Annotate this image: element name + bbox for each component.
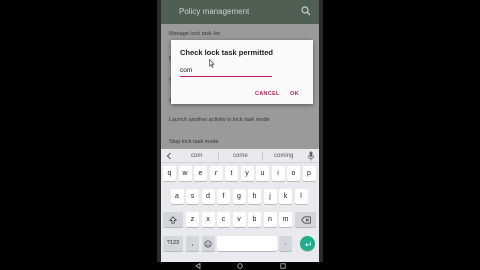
emoji-icon (204, 239, 212, 248)
key-x[interactable]: x (201, 212, 215, 227)
backspace-icon (300, 216, 311, 223)
period-key[interactable]: . (279, 236, 292, 251)
cancel-button[interactable]: CANCEL (255, 91, 280, 97)
suggestion-divider (262, 152, 263, 160)
symbols-key[interactable]: ?123 (163, 236, 183, 251)
key-f[interactable]: f (217, 189, 230, 204)
key-w[interactable]: w (178, 166, 192, 181)
emoji-key[interactable] (201, 236, 215, 251)
key-e[interactable]: e (194, 166, 207, 181)
back-icon[interactable] (195, 263, 201, 269)
ok-button[interactable]: OK (290, 91, 299, 97)
key-u[interactable]: u (256, 166, 269, 181)
phone-screen: Policy management Manage lock task list … (161, 0, 319, 262)
key-z[interactable]: z (186, 212, 199, 227)
search-icon[interactable] (301, 6, 311, 16)
key-t[interactable]: t (225, 166, 238, 181)
app-title: Policy management (179, 7, 250, 16)
key-m[interactable]: m (279, 212, 292, 227)
comma-key[interactable]: , (186, 236, 199, 251)
key-p[interactable]: p (302, 166, 316, 181)
suggestion-item[interactable]: coming (274, 153, 293, 159)
key-s[interactable]: s (186, 189, 199, 204)
check-lock-task-dialog: Check lock task permitted CANCEL OK (171, 40, 313, 104)
key-y[interactable]: y (240, 166, 254, 181)
enter-key[interactable] (300, 236, 315, 251)
shift-key[interactable] (163, 212, 183, 227)
suggestion-item[interactable]: come (233, 153, 248, 159)
key-v[interactable]: v (232, 212, 246, 227)
key-c[interactable]: c (217, 212, 230, 227)
suggestion-bar: com come coming (161, 149, 319, 163)
suggestion-divider (218, 152, 219, 160)
backspace-key[interactable] (295, 212, 316, 227)
key-a[interactable]: a (170, 189, 184, 204)
soft-keyboard: com come coming q w e r t y u i o p a s … (161, 149, 319, 262)
key-d[interactable]: d (201, 189, 215, 204)
key-j[interactable]: j (263, 189, 277, 204)
microphone-icon[interactable] (307, 151, 315, 161)
key-q[interactable]: q (163, 166, 176, 181)
video-frame: Policy management Manage lock task list … (0, 0, 480, 270)
key-n[interactable]: n (263, 212, 277, 227)
key-l[interactable]: l (294, 189, 308, 204)
text-cursor-icon (209, 59, 215, 68)
key-k[interactable]: k (279, 189, 292, 204)
navigation-bar (157, 262, 323, 270)
enter-icon (304, 241, 311, 247)
package-name-input[interactable] (180, 65, 272, 77)
key-o[interactable]: o (287, 166, 300, 181)
key-h[interactable]: h (248, 189, 261, 204)
key-b[interactable]: b (248, 212, 261, 227)
phone-frame: Policy management Manage lock task list … (157, 0, 323, 270)
home-icon[interactable] (237, 263, 243, 269)
app-bar: Policy management (161, 0, 319, 24)
chevron-left-icon[interactable] (165, 152, 173, 160)
key-g[interactable]: g (232, 189, 246, 204)
suggestion-item[interactable]: com (191, 153, 202, 159)
recents-icon[interactable] (280, 263, 286, 269)
shift-icon (168, 215, 178, 224)
key-r[interactable]: r (209, 166, 223, 181)
dialog-title: Check lock task permitted (180, 48, 273, 57)
key-i[interactable]: i (271, 166, 285, 181)
space-key[interactable] (217, 236, 277, 251)
